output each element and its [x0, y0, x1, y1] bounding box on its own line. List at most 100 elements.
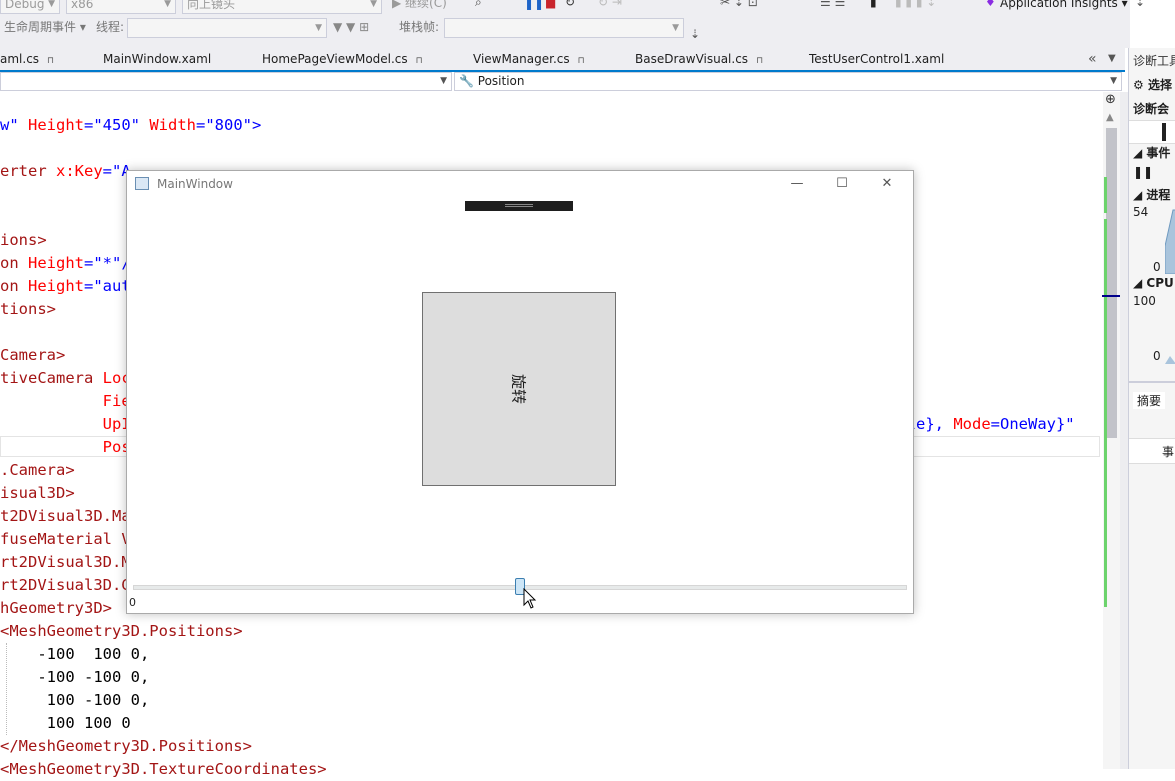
code-line: <MeshGeometry3D.Positions> [0, 622, 243, 640]
chevron-down-icon: ▼ [315, 23, 322, 33]
session-label: 诊断会 [1133, 102, 1170, 116]
split-icon[interactable]: ⊕ [1105, 92, 1116, 107]
process-memory-graph [1165, 209, 1175, 274]
chevron-down-icon: ▼ [440, 76, 447, 86]
pin-icon[interactable]: ⊓ [578, 56, 585, 66]
process-min-value: 0 [1153, 260, 1161, 274]
stack-frame-combo[interactable]: ▼ [444, 18, 684, 38]
code-line: ngle}, Mode=OneWay}" [888, 415, 1075, 433]
code-line: Fie [0, 392, 131, 410]
code-line: fuseMaterial V [0, 530, 131, 548]
change-marker [1104, 219, 1107, 607]
cpu-min-value: 0 [1153, 349, 1161, 363]
window-title: MainWindow [157, 177, 233, 191]
scroll-up-icon[interactable]: ▲ [1106, 112, 1114, 123]
cpu-max-value: 100 [1133, 294, 1156, 308]
scroll-position-marker [1102, 295, 1122, 297]
tab-aml-cs[interactable]: aml.cs ⊓ [0, 48, 54, 70]
code-line: <MeshGeometry3D.TextureCoordinates> [0, 760, 327, 778]
tab-testusercontrol1-xaml[interactable]: TestUserControl1.xaml [809, 48, 944, 70]
document-tabs: aml.cs ⊓ MainWindow.xaml HomePageViewMode… [0, 48, 1125, 72]
camera-value: 向上镜头 [187, 0, 236, 11]
tab-homepageviewmodel-cs[interactable]: HomePageViewModel.cs ⊓ [262, 48, 423, 70]
pin-icon[interactable]: ⊓ [47, 56, 54, 66]
rotate-button-label: 旋转 [509, 373, 528, 405]
code-line: 100 100 0 [0, 714, 131, 732]
tab-mainwindow-xaml[interactable]: MainWindow.xaml [103, 48, 211, 70]
stack-frame-label: 堆栈帧: [399, 20, 440, 34]
main-window[interactable]: MainWindow — ☐ ✕ 旋转 0 [126, 170, 914, 614]
code-line: 100 -100 0, [0, 691, 150, 709]
maximize-button[interactable]: ☐ [827, 175, 857, 193]
cpu-graph [1165, 356, 1175, 364]
scrollbar-thumb[interactable] [1106, 128, 1117, 438]
app-insights-button[interactable]: Application Insights ▾ [1000, 0, 1128, 12]
tools-icon[interactable]: ✂ ⇣ ⊡ [720, 0, 758, 10]
pause-events-icon[interactable]: ❚❚ [1133, 165, 1153, 179]
search-icon[interactable]: ⌕ [475, 0, 482, 10]
window-app-icon [135, 177, 149, 190]
chevron-down-icon: ▼ [164, 0, 171, 9]
stop-icon[interactable]: ■ [545, 0, 556, 11]
platform-combo[interactable]: x86 ▼ [66, 0, 176, 14]
code-line: -100 100 0, [0, 645, 150, 663]
tab-dropdown-icon[interactable]: ▼ [1108, 48, 1116, 70]
thread-combo[interactable]: ▼ [127, 18, 327, 38]
chevron-down-icon: ▼ [1110, 76, 1117, 86]
code-line: erter x:Key="A [0, 162, 131, 180]
member-nav-combo[interactable]: 🔧 Position ▼ [454, 72, 1122, 91]
continue-button[interactable]: ▶ 继续(C) [392, 0, 447, 12]
events-section-header[interactable]: ◢ 事件 [1133, 144, 1170, 161]
tab-basedrawvisual-cs[interactable]: BaseDrawVisual.cs ⊓ [635, 48, 763, 70]
toolbar-overflow-icon[interactable]: ⇣ [690, 26, 700, 42]
restart-icon[interactable]: ↻ [565, 0, 575, 10]
indent-icon[interactable]: ☰ ☰ [820, 0, 845, 10]
code-line: on Height="aut [0, 277, 131, 295]
indent-guide [6, 643, 7, 735]
mouse-cursor-icon [523, 588, 537, 609]
gear-icon: ⚙ [1133, 78, 1144, 92]
filter-icon[interactable]: ▼ ▼ ⊞ [333, 19, 369, 35]
code-line: w" Height="450" Width="800"> [0, 116, 262, 134]
toolbar-overflow-icon[interactable]: ⇣ [1135, 0, 1145, 10]
bookmark-nav-icon[interactable]: ▮ ▮ ▮ ⇣ [895, 0, 936, 10]
platform-value: x86 [71, 0, 94, 11]
pin-icon[interactable]: ⊓ [756, 56, 763, 66]
minimize-button[interactable]: — [782, 175, 812, 193]
panel-divider [1129, 381, 1175, 383]
code-line: -100 -100 0, [0, 668, 150, 686]
code-line: ions> [0, 231, 47, 249]
tab-scroll-left-icon[interactable]: « [1088, 48, 1097, 70]
code-line: Pos [0, 438, 131, 456]
timeline-bar [1129, 120, 1175, 144]
code-line: rt2DVisual3D.Ge [0, 576, 140, 594]
pin-icon[interactable]: ⊓ [416, 56, 423, 66]
lifecycle-events-label[interactable]: 生命周期事件 ▾ [4, 18, 86, 36]
code-line: tiveCamera Loc [0, 369, 131, 387]
process-memory-header[interactable]: ◢ 进程 [1133, 186, 1170, 203]
code-line: isual3D> [0, 484, 75, 502]
tab-summary[interactable]: 摘要 [1133, 392, 1166, 409]
event-column-header: 事 [1162, 445, 1175, 459]
cpu-section-header[interactable]: ◢ CPU [1133, 276, 1174, 290]
member-nav-value: Position [477, 74, 525, 88]
slider-value-label: 0 [129, 596, 136, 609]
chevron-down-icon: ▼ [672, 23, 679, 33]
code-line: Camera> [0, 346, 66, 364]
pause-icon[interactable]: ❚❚ [524, 0, 544, 11]
step-icon[interactable]: ↻ ⇥ [598, 0, 622, 10]
type-nav-combo[interactable]: ▼ [0, 72, 452, 91]
code-line: </MeshGeometry3D.Positions> [0, 737, 252, 755]
select-tools-button[interactable]: ⚙ 选择 [1133, 76, 1172, 93]
code-line: t2DVisual3D.Ma [0, 507, 131, 525]
close-button[interactable]: ✕ [872, 175, 902, 193]
bookmark-icon[interactable]: ▮ [870, 0, 877, 10]
rotate-button[interactable]: 旋转 [422, 292, 616, 486]
tab-viewmanager-cs[interactable]: ViewManager.cs ⊓ [473, 48, 585, 70]
chevron-down-icon: ▼ [370, 0, 377, 9]
debug-tools-bar[interactable] [465, 201, 573, 211]
code-line: UpI [0, 415, 131, 433]
lightbulb-icon: ♦ [985, 0, 996, 9]
config-combo[interactable]: Debug ▼ [0, 0, 60, 14]
camera-combo[interactable]: 向上镜头 ▼ [182, 0, 382, 14]
